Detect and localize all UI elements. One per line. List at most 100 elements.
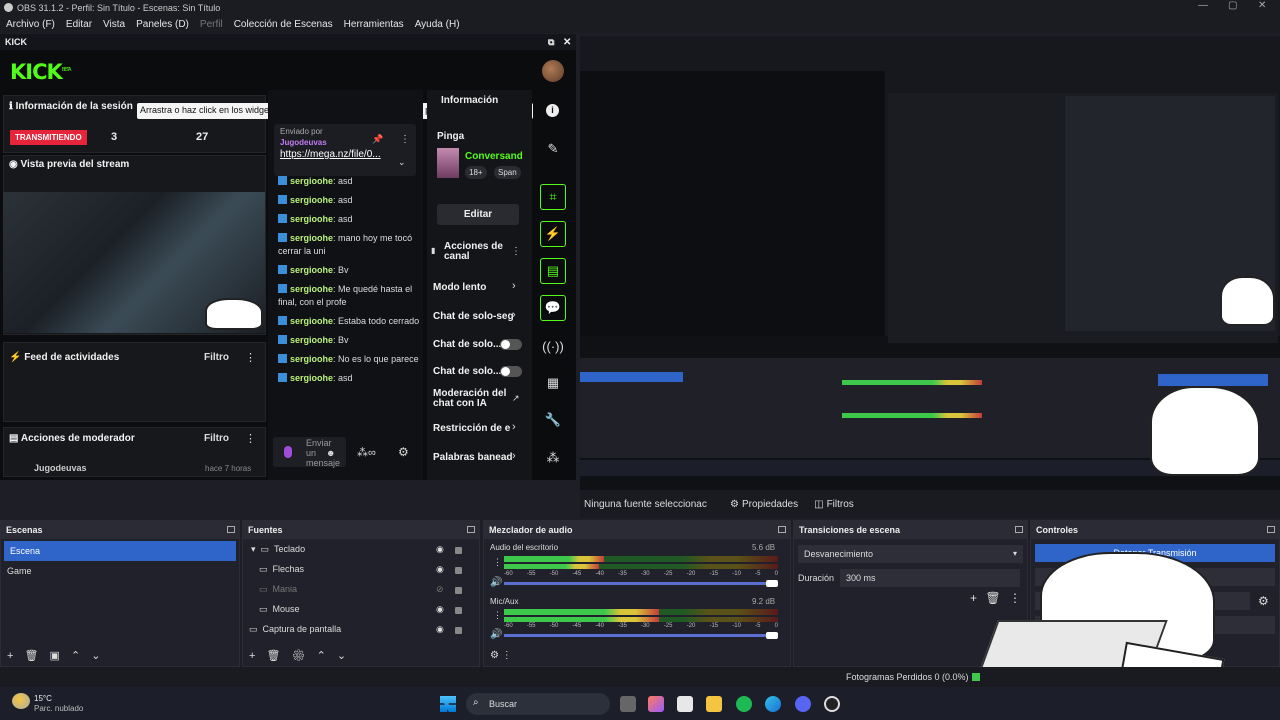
volume-knob[interactable] [766,580,778,587]
filter-icon[interactable]: ◫ [814,499,823,510]
chat-bubble-icon[interactable]: 💬 [540,295,566,321]
speaker-icon[interactable]: 🔊 [490,577,502,588]
volume-slider[interactable] [504,634,774,637]
maximize-icon[interactable]: ▢ [1228,0,1237,11]
trash-icon[interactable]: 🗑 [25,650,39,662]
chat-user[interactable]: sergioohe [290,354,333,364]
ai-moderation-item[interactable]: Moderación del chat con IA [433,389,508,409]
move-down-icon[interactable]: ⌄ [91,650,100,662]
mod-filter-button[interactable]: Filtro [204,433,229,444]
pencil-icon[interactable]: ✎ [540,136,566,162]
trash-icon[interactable]: 🗑 [985,591,1000,605]
pinned-link[interactable]: https://mega.nz/file/0... [280,149,410,160]
taskbar-search[interactable]: Buscar [466,693,610,715]
transition-select[interactable]: Desvanecimiento ▾ [798,545,1023,563]
source-item[interactable]: ▭ Mania [243,579,479,599]
trash-icon[interactable]: 🗑 [267,650,281,662]
followers-only-item[interactable]: Chat de solo-seg [433,311,514,322]
avatar[interactable] [542,60,564,82]
dock-close-icon[interactable]: ✕ [563,37,571,48]
chat-user[interactable]: sergioohe [290,316,333,326]
channel-menu-icon[interactable]: ⋮ [493,557,502,568]
broadcast-icon[interactable]: ((·)) [540,333,566,359]
visibility-hidden-icon[interactable]: ⊘ [436,584,444,595]
sub-only-toggle[interactable] [500,339,522,350]
activity-filter-button[interactable]: Filtro [204,352,229,363]
dock-float-icon[interactable] [1267,526,1275,533]
banned-words-item[interactable]: Palabras banead [433,452,512,463]
dock-float-icon[interactable] [467,526,475,533]
menu-perfil[interactable]: Perfil [200,19,223,30]
emote-only-toggle[interactable] [500,366,522,377]
wrench-icon[interactable]: 🔧 [540,407,566,433]
chat-tools-icon[interactable]: ⁂∞ [357,446,376,459]
chat-settings-icon[interactable]: ⚙ [398,445,409,459]
discord-icon[interactable] [795,696,811,712]
filters-button[interactable]: Filtros [827,499,854,510]
obs-icon[interactable] [824,696,840,712]
menu-editar[interactable]: Editar [66,19,92,30]
category-thumbnail[interactable] [437,148,459,178]
task-view-icon[interactable] [620,696,636,712]
move-down-icon[interactable]: ⌄ [337,650,346,662]
restriction-item[interactable]: Restricción de e [433,423,510,434]
chat-user[interactable]: sergioohe [290,214,333,224]
minimize-icon[interactable]: — [1198,0,1208,11]
move-up-icon[interactable]: ⌃ [317,650,326,662]
dock-float-icon[interactable] [227,526,235,533]
chevron-right-icon[interactable]: › [512,450,516,462]
lock-icon[interactable] [455,587,462,594]
settings-gear-icon[interactable]: ⚙ [1258,594,1269,608]
channel-menu-icon[interactable]: ⋮ [493,610,502,621]
chevron-down-icon[interactable]: ⌄ [398,157,406,168]
dock-float-icon[interactable] [1015,526,1023,533]
store-icon[interactable] [677,696,693,712]
lock-icon[interactable] [455,547,462,554]
scene-item[interactable]: Game [1,561,239,581]
menu-ayuda[interactable]: Ayuda (H) [415,19,460,30]
spotify-icon[interactable] [736,696,752,712]
slow-mode-item[interactable]: Modo lento [433,282,486,293]
weather-icon[interactable] [12,693,30,709]
visibility-icon[interactable]: ◉ [436,624,444,635]
mod-menu-icon[interactable]: ⋮ [245,432,256,445]
chat-user[interactable]: sergioohe [290,233,333,243]
mic-icon[interactable] [284,446,292,458]
menu-paneles[interactable]: Paneles (D) [136,19,189,30]
file-explorer-icon[interactable] [706,696,722,712]
chat-user[interactable]: sergioohe [290,195,333,205]
copilot-icon[interactable] [648,696,664,712]
float-icon[interactable]: ⧉ [548,37,554,48]
add-icon[interactable]: + [249,650,255,662]
layout-icon[interactable]: ▦ [540,370,566,396]
chevron-right-icon[interactable]: › [512,421,516,433]
external-link-icon[interactable]: ↗ [512,393,520,404]
lock-icon[interactable] [455,607,462,614]
duration-input[interactable]: 300 ms [840,569,1020,587]
visibility-icon[interactable]: ◉ [436,564,444,575]
activity-menu-icon[interactable]: ⋮ [245,351,256,364]
chevron-right-icon[interactable]: › [512,309,516,321]
speaker-icon[interactable]: 🔊 [490,629,502,640]
scene-item[interactable]: Escena [4,541,236,561]
pinned-message[interactable]: Enviado por Jugodeuvas https://mega.nz/f… [274,124,416,176]
add-icon[interactable]: + [970,591,977,605]
properties-button[interactable]: Propiedades [742,499,798,510]
chat-user[interactable]: sergioohe [290,373,333,383]
visibility-icon[interactable]: ◉ [436,604,444,615]
caret-down-icon[interactable]: ▾ [251,544,256,555]
share-icon[interactable]: ⁂ [540,445,566,471]
menu-herramientas[interactable]: Herramientas [344,19,404,30]
chat-user[interactable]: sergioohe [290,176,333,186]
channel-actions-menu-icon[interactable]: ⋮ [511,246,521,257]
more-icon[interactable]: ⋮ [1009,591,1021,605]
filter-scene-icon[interactable]: ▣ [50,650,60,662]
lock-icon[interactable] [455,567,462,574]
chat-user[interactable]: sergioohe [290,265,333,275]
mixer-settings-icon[interactable]: ⚙ ⋮ [490,650,512,661]
chat-user[interactable]: sergioohe [290,284,333,294]
menu-coleccion[interactable]: Colección de Escenas [234,19,333,30]
notes-icon[interactable]: ▤ [540,258,566,284]
emoji-icon[interactable]: ☻ [326,448,335,458]
volume-slider[interactable] [504,582,774,585]
